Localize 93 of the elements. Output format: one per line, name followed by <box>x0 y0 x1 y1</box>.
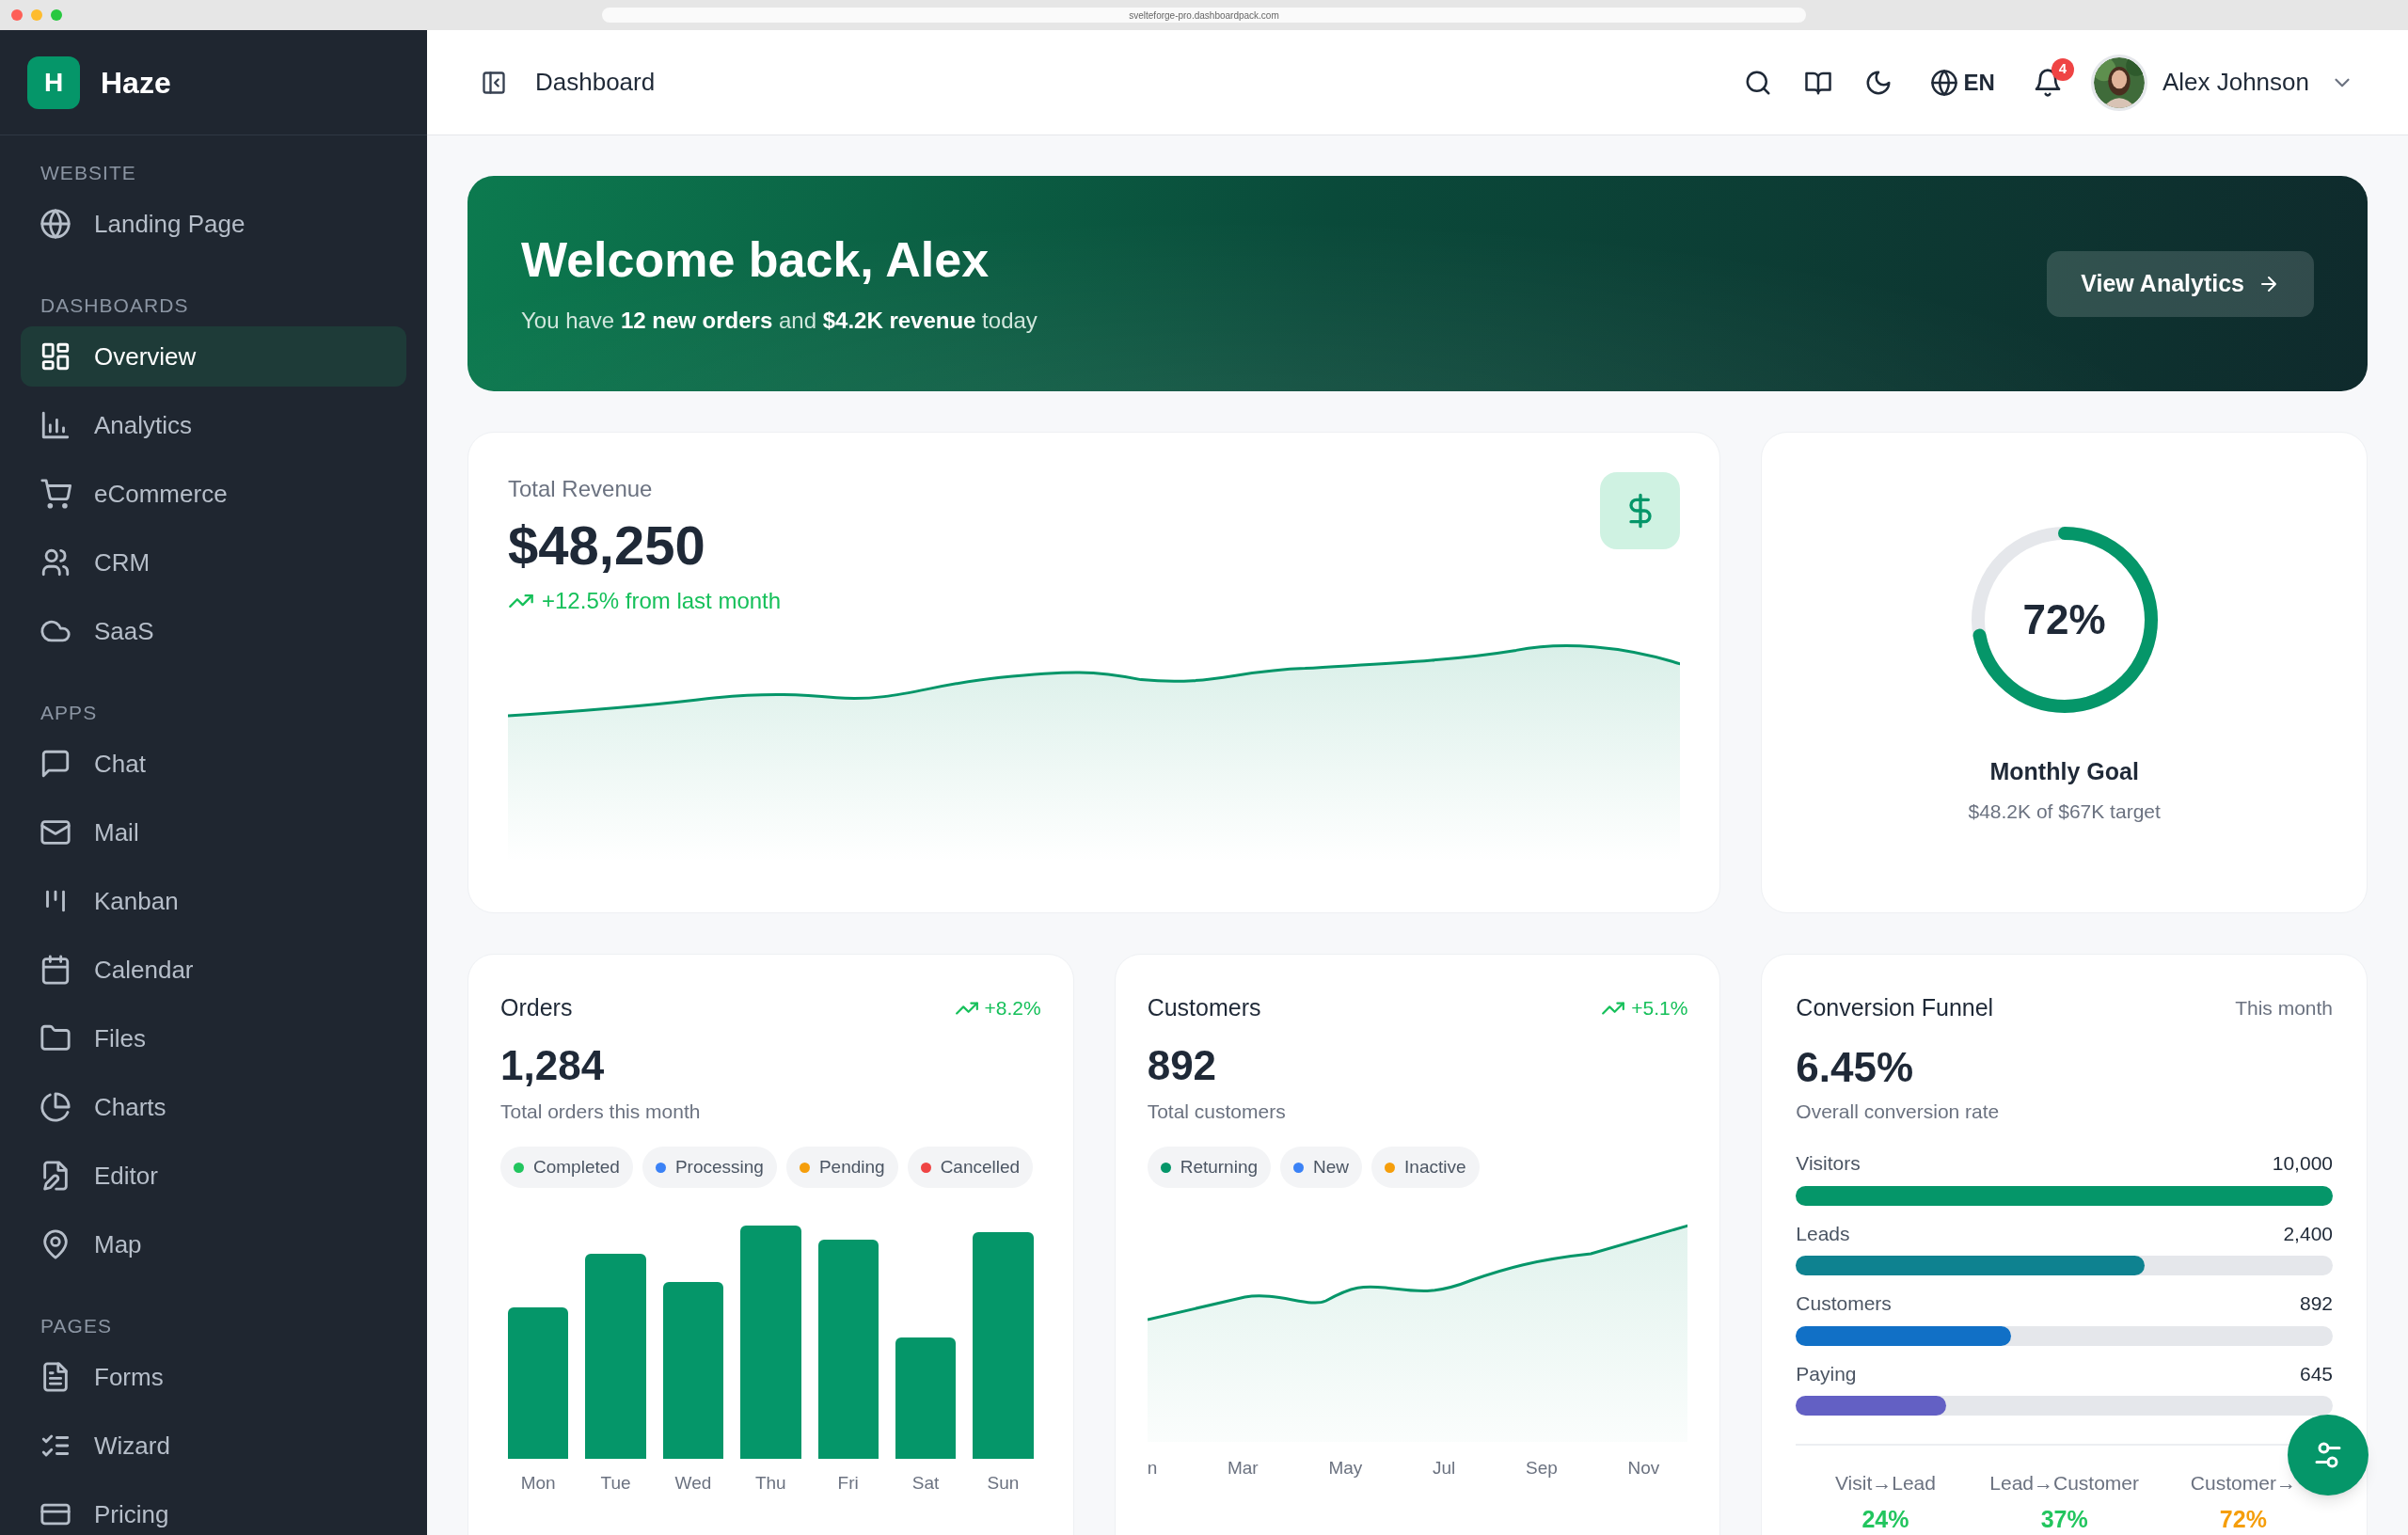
rate-value: 72% <box>2219 1504 2267 1534</box>
axis-label: n <box>1147 1457 1158 1480</box>
axis-label: Mar <box>1227 1457 1259 1480</box>
stage-label: Paying <box>1796 1361 1857 1386</box>
goal-subtitle: $48.2K of $67K target <box>1968 799 2161 824</box>
stat-caption: Overall conversion rate <box>1796 1099 2001 1124</box>
nav-item[interactable]: SaaS <box>21 601 406 661</box>
logo-badge: H <box>27 55 80 109</box>
nav-item[interactable]: Analytics <box>21 395 406 455</box>
bar-chart-icon <box>40 409 71 441</box>
sidebar-toggle-icon[interactable] <box>481 69 507 96</box>
grid-icon <box>40 340 71 372</box>
cart-icon <box>40 478 71 510</box>
welcome-title: Welcome back, Alex <box>521 231 990 289</box>
axis-label: Tue <box>600 1472 631 1495</box>
card-title: Conversion Funnel <box>1796 993 1994 1022</box>
section-heading: DASHBOARDS <box>40 293 190 317</box>
legend-tag: Completed <box>500 1147 633 1188</box>
axis-label: Sat <box>911 1472 940 1495</box>
axis-label: Mon <box>520 1472 556 1495</box>
brand-name: Haze <box>101 64 171 102</box>
section-heading: PAGES <box>40 1314 114 1337</box>
nav-item[interactable]: Chat <box>21 734 406 794</box>
nav-item[interactable]: Mail <box>21 802 406 862</box>
change-text: +12.5% from last month <box>542 586 782 615</box>
goal-percent: 72% <box>2022 598 2106 641</box>
nav-item[interactable]: Landing Page <box>21 194 406 254</box>
legend-tag: Returning <box>1147 1147 1272 1188</box>
user-name[interactable]: Alex Johnson <box>2162 64 2309 101</box>
axis-label: Fri <box>837 1472 859 1495</box>
stage-count: 892 <box>2299 1291 2333 1316</box>
address-bar[interactable]: svelteforge-pro.dashboardpack.com <box>602 8 1806 23</box>
axis-label: May <box>1328 1457 1363 1480</box>
nav-item[interactable]: Map <box>21 1214 406 1274</box>
nav-item[interactable]: Charts <box>21 1077 406 1137</box>
stage-label: Leads <box>1796 1221 1850 1246</box>
axis-label: Sun <box>987 1472 1020 1495</box>
rate-label: Customer→ <box>2190 1471 2296 1495</box>
axis-label: Wed <box>674 1472 712 1495</box>
section-heading: APPS <box>40 701 99 724</box>
rate-label: Lead→Customer <box>1989 1471 2140 1495</box>
axis-label: Jul <box>1433 1457 1456 1480</box>
change-text: +8.2% <box>984 996 1041 1021</box>
nav-item[interactable]: Forms <box>21 1347 406 1407</box>
card-title: Customers <box>1147 993 1261 1022</box>
stage-count: 10,000 <box>2272 1151 2333 1176</box>
nav-item[interactable]: Files <box>21 1008 406 1068</box>
legend-tag: Cancelled <box>907 1147 1034 1188</box>
rate-label: Visit→Lead <box>1834 1471 1936 1495</box>
stat-value: 6.45% <box>1796 1042 1915 1092</box>
stat-value: 1,284 <box>500 1040 606 1090</box>
axis-label: Thu <box>754 1472 786 1495</box>
globe-icon <box>1929 68 1958 97</box>
rate-value: 37% <box>2040 1504 2088 1534</box>
stat-value: 892 <box>1147 1040 1218 1090</box>
section-heading: WEBSITE <box>40 161 137 184</box>
stat-caption: Total orders this month <box>500 1099 702 1124</box>
page-title: Dashboard <box>535 67 656 98</box>
legend-tag: Processing <box>642 1147 777 1188</box>
nav-item[interactable]: eCommerce <box>21 464 406 524</box>
rate-value: 24% <box>1861 1504 1909 1534</box>
card-label: Total Revenue <box>508 475 654 503</box>
users-icon <box>40 546 71 578</box>
pie-chart-icon <box>40 1091 71 1123</box>
nav-item[interactable]: Kanban <box>21 871 406 931</box>
nav-item[interactable]: Pricing <box>21 1484 406 1535</box>
period-label: This month <box>2235 996 2333 1021</box>
goal-title: Monthly Goal <box>1989 756 2139 786</box>
view-analytics-button[interactable]: View Analytics <box>2047 250 2314 317</box>
nav-item[interactable]: Editor <box>21 1146 406 1206</box>
card-title: Orders <box>500 993 573 1022</box>
stage-count: 645 <box>2299 1361 2333 1386</box>
stage-label: Visitors <box>1796 1151 1861 1176</box>
legend-tag: Pending <box>785 1147 898 1188</box>
stage-label: Customers <box>1796 1291 1892 1316</box>
legend-tag: Inactive <box>1371 1147 1480 1188</box>
welcome-subtitle: You have 12 new orders and $4.2K revenue today <box>521 307 1038 335</box>
language-button[interactable]: EN <box>1929 65 1995 100</box>
axis-label: Sep <box>1526 1457 1558 1480</box>
axis-label: Nov <box>1627 1457 1660 1480</box>
revenue-value: $48,250 <box>508 514 706 578</box>
legend-tag: New <box>1280 1147 1363 1188</box>
change-text: +5.1% <box>1631 996 1688 1021</box>
nav-item[interactable]: Overview <box>21 326 406 387</box>
stage-count: 2,400 <box>2283 1221 2333 1246</box>
nav-item[interactable]: Wizard <box>21 1416 406 1476</box>
stat-caption: Total customers <box>1147 1099 1287 1124</box>
notification-badge: 4 <box>2051 57 2074 81</box>
nav-item[interactable]: Calendar <box>21 940 406 1000</box>
globe-icon <box>40 208 71 240</box>
chat-bubble-icon <box>40 748 71 780</box>
calendar-icon <box>40 954 71 986</box>
nav-item[interactable]: CRM <box>21 532 406 593</box>
